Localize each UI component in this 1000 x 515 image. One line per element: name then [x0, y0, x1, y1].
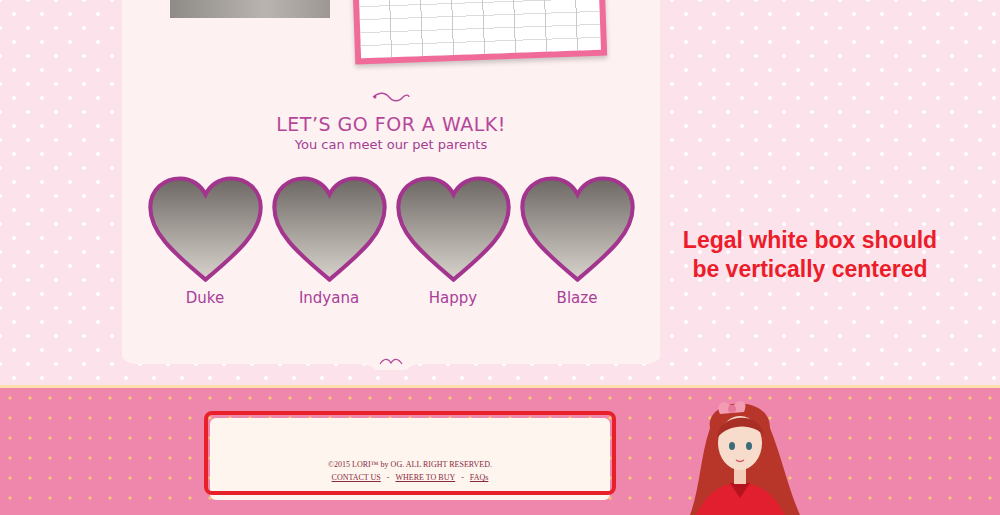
pet-name[interactable]: Blaze — [557, 288, 598, 308]
annotation-column: Legal white box should be vertically cen… — [660, 0, 1000, 385]
pet-card[interactable]: Happy — [396, 176, 511, 308]
section-subtitle: You can meet our pet parents — [295, 136, 487, 154]
pet-photo-heart[interactable] — [272, 176, 387, 282]
footer: ©2015 LORI™ by OG. ALL RIGHT RESERVED. C… — [0, 388, 1000, 515]
pet-list: Duke Indyana Happy Blaze — [148, 176, 635, 308]
pet-card[interactable]: Indyana — [272, 176, 387, 308]
page: LET’S GO FOR A WALK! You can meet our pe… — [0, 0, 1000, 515]
photo-block — [170, 0, 330, 18]
footer-link[interactable]: CONTACT US — [332, 473, 381, 483]
pet-photo-heart[interactable] — [396, 176, 511, 282]
section-title: LET’S GO FOR A WALK! — [276, 112, 506, 136]
copyright: ©2015 LORI™ by OG. ALL RIGHT RESERVED. — [328, 460, 492, 470]
annotation-outline — [204, 411, 616, 495]
panel-edge — [122, 354, 660, 370]
footer-links: CONTACT US- WHERE TO BUY- FAQs — [332, 473, 489, 483]
link-separator: - — [461, 473, 464, 483]
pet-name[interactable]: Duke — [186, 288, 224, 308]
pet-card[interactable]: Duke — [148, 176, 263, 308]
ornament-icon — [371, 92, 411, 102]
legal-box: ©2015 LORI™ by OG. ALL RIGHT RESERVED. C… — [210, 418, 610, 500]
girl-illustration-icon — [670, 388, 810, 515]
pet-card[interactable]: Blaze — [520, 176, 635, 308]
pet-name[interactable]: Indyana — [299, 288, 359, 308]
annotation-note: Legal white box should be vertically cen… — [679, 226, 941, 385]
pet-photo-heart[interactable] — [520, 176, 635, 282]
content-panel: LET’S GO FOR A WALK! You can meet our pe… — [122, 0, 660, 385]
pet-name[interactable]: Happy — [429, 288, 477, 308]
top-art — [122, 0, 660, 90]
main-area: LET’S GO FOR A WALK! You can meet our pe… — [0, 0, 1000, 385]
coloring-page-card[interactable] — [353, 0, 607, 64]
footer-link[interactable]: WHERE TO BUY — [395, 473, 455, 483]
footer-link[interactable]: FAQs — [470, 473, 489, 483]
link-separator: - — [387, 473, 390, 483]
pet-photo-heart[interactable] — [148, 176, 263, 282]
